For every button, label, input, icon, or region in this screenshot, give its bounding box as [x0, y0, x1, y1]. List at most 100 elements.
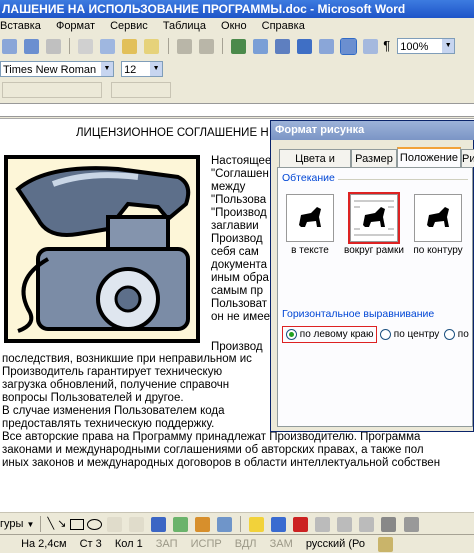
tab-picture[interactable]: Ри	[461, 149, 474, 167]
radio-selected-icon	[286, 329, 297, 340]
window-title: ЛАШЕНИЕ НА ИСПОЛЬЗОВАНИЕ ПРОГРАММЫ.doc -…	[2, 2, 406, 16]
tab-size[interactable]: Размер	[351, 149, 397, 167]
wordart-icon[interactable]	[150, 516, 166, 532]
clipart-icon[interactable]	[194, 516, 210, 532]
style-combo[interactable]	[2, 82, 102, 98]
redo-icon[interactable]	[198, 38, 214, 54]
dialog-title[interactable]: Формат рисунка	[271, 121, 474, 140]
halign-center-label: по центру	[393, 329, 440, 341]
3d-icon[interactable]	[403, 516, 419, 532]
arrow-tool-icon[interactable]: ↘	[57, 518, 66, 530]
line-style-icon[interactable]	[315, 516, 331, 532]
halign-group-label: Горизонтальное выравнивание	[282, 308, 435, 320]
document-line: вопросы Пользователей и другое.	[2, 392, 184, 404]
document-line: иных законов и международных договоров в…	[2, 457, 441, 469]
oval-tool-icon[interactable]	[86, 518, 102, 530]
document-line: Пользоват	[211, 298, 268, 310]
halign-center-radio[interactable]: по центру	[380, 326, 439, 340]
chevron-down-icon[interactable]: ▼	[101, 62, 113, 77]
status-rec[interactable]: ЗАП	[156, 535, 178, 553]
menu-format[interactable]: Формат	[56, 20, 95, 32]
wrap-inline-option[interactable]: в тексте	[280, 194, 340, 274]
status-column: Кол 1	[114, 538, 143, 550]
wrap-inline-label: в тексте	[291, 245, 329, 256]
document-line: "Производ	[211, 207, 267, 219]
vertical-textbox-icon[interactable]	[128, 516, 144, 532]
menu-tools[interactable]: Сервис	[110, 20, 148, 32]
font-size-combo[interactable]: 12 ▼	[121, 61, 164, 78]
document-line: Производитель гарантирует техническую	[2, 366, 223, 378]
tab-position[interactable]: Положение	[397, 147, 461, 168]
status-trk[interactable]: ИСПР	[191, 535, 222, 553]
status-ext[interactable]: ВДЛ	[235, 535, 257, 553]
menu-table[interactable]: Таблица	[163, 20, 206, 32]
title-bar: ЛАШЕНИЕ НА ИСПОЛЬЗОВАНИЕ ПРОГРАММЫ.doc -…	[0, 0, 474, 18]
halign-right-radio[interactable]: по	[444, 326, 469, 340]
halign-left-label: по левому краю	[299, 329, 374, 341]
research-icon[interactable]	[46, 38, 62, 54]
menu-help[interactable]: Справка	[262, 20, 305, 32]
insert-table-icon[interactable]	[274, 38, 290, 54]
picture-icon[interactable]	[216, 516, 232, 532]
menu-window[interactable]: Окно	[221, 20, 247, 32]
horizontal-ruler[interactable]	[0, 100, 474, 118]
font-size-value: 12	[124, 64, 137, 77]
font-name-combo[interactable]: Times New Roman ▼	[0, 61, 114, 78]
chevron-down-icon[interactable]: ▼	[442, 39, 455, 54]
wrap-square-label: вокруг рамки	[344, 245, 404, 256]
columns-icon[interactable]	[319, 38, 334, 54]
spelling-status-icon[interactable]	[378, 536, 394, 552]
tables-borders-icon[interactable]	[252, 38, 268, 54]
menu-insert[interactable]: Вставка	[0, 20, 41, 32]
dash-style-icon[interactable]	[337, 516, 353, 532]
chevron-down-icon[interactable]: ▼	[26, 520, 34, 529]
paste-icon[interactable]	[122, 38, 138, 54]
rectangle-tool-icon[interactable]	[69, 518, 84, 530]
line-color-icon[interactable]	[271, 516, 287, 532]
zoom-combo[interactable]: 100% ▼	[397, 38, 456, 55]
chevron-down-icon[interactable]: ▼	[150, 62, 163, 77]
copy-icon[interactable]	[100, 38, 116, 54]
drawing-icon[interactable]	[340, 37, 358, 55]
wrap-tight-label: по контуру	[413, 245, 463, 256]
halign-right-label: по	[457, 329, 469, 341]
wrap-square-option[interactable]: вокруг рамки	[344, 192, 404, 274]
hyperlink-icon[interactable]	[230, 38, 246, 54]
cut-icon[interactable]	[78, 38, 94, 54]
print-preview-icon[interactable]	[2, 38, 17, 54]
document-line: заглавии	[211, 220, 259, 232]
extra-combo[interactable]	[111, 82, 172, 98]
spelling-icon[interactable]	[24, 38, 40, 54]
fill-color-icon[interactable]	[249, 516, 265, 532]
document-line: Настоящее	[211, 155, 272, 167]
undo-icon[interactable]	[176, 38, 192, 54]
document-line: документа	[211, 259, 268, 271]
textbox-tool-icon[interactable]	[106, 516, 122, 532]
format-picture-dialog: Формат рисунка Цвета и линии Размер Поло…	[270, 120, 474, 432]
document-line: он не имеет	[211, 311, 275, 323]
arrow-style-icon[interactable]	[359, 516, 375, 532]
document-line: последствия, возникшие при неправильном …	[2, 353, 252, 365]
radio-icon	[380, 329, 391, 340]
pilcrow-icon[interactable]: ¶	[383, 38, 390, 53]
formatting-toolbar: Times New Roman ▼ 12 ▼	[0, 58, 474, 81]
document-line: себя сам	[211, 246, 259, 258]
document-map-icon[interactable]	[363, 38, 379, 54]
status-ovr[interactable]: ЗАМ	[270, 535, 293, 553]
diagram-icon[interactable]	[172, 516, 188, 532]
position-tab-panel: Обтекание в тексте вокруг рамки по конту…	[277, 167, 473, 427]
shadow-icon[interactable]	[381, 516, 397, 532]
wrap-tight-option[interactable]: по контуру	[408, 194, 468, 274]
dog-icon	[414, 194, 462, 242]
tab-colors-lines[interactable]: Цвета и линии	[279, 149, 351, 183]
line-tool-icon[interactable]: ╲	[48, 518, 55, 530]
dog-icon	[286, 194, 334, 242]
halign-left-radio[interactable]: по левому краю	[282, 326, 378, 344]
autoshapes-menu[interactable]: гуры	[0, 518, 23, 530]
excel-icon[interactable]	[296, 38, 312, 54]
document-line: Все авторские права на Программу принадл…	[2, 431, 421, 443]
telephone-clipart-image[interactable]	[4, 155, 200, 343]
document-line: самым пр	[211, 285, 264, 297]
format-painter-icon[interactable]	[144, 38, 160, 54]
font-color-icon[interactable]	[293, 516, 309, 532]
